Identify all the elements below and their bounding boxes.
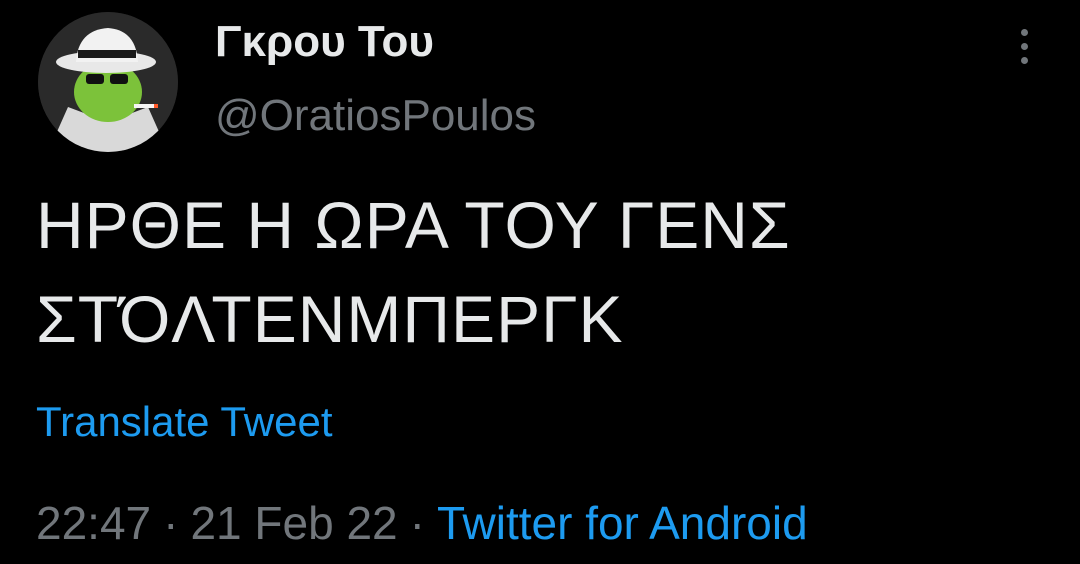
more-options-icon (1020, 28, 1028, 64)
display-name[interactable]: Γκρου Του (215, 14, 434, 70)
tweet-time[interactable]: 22:47 (36, 497, 151, 549)
avatar[interactable] (38, 12, 178, 152)
user-handle[interactable]: @OratiosPoulos (215, 88, 536, 144)
avatar-icon (38, 12, 178, 152)
tweet-text: ΗΡΘΕ Η ΩΡΑ ΤΟΥ ΓΕΝΣ ΣΤΌΛΤΕΝΜΠΕΡΓΚ (36, 178, 1046, 366)
tweet-meta: 22:47 · 21 Feb 22 · Twitter for Android (36, 494, 808, 552)
tweet-text-line: ΣΤΌΛΤΕΝΜΠΕΡΓΚ (36, 282, 624, 356)
meta-separator: · (409, 497, 425, 549)
tweet-text-line: ΗΡΘΕ Η ΩΡΑ ΤΟΥ ΓΕΝΣ (36, 188, 791, 262)
tweet-source-link[interactable]: Twitter for Android (437, 497, 808, 549)
tweet-date[interactable]: 21 Feb 22 (190, 497, 397, 549)
tweet: Γκρου Του @OratiosPoulos ΗΡΘΕ Η ΩΡΑ ΤΟΥ … (0, 0, 1080, 564)
meta-separator: · (163, 497, 179, 549)
translate-tweet-link[interactable]: Translate Tweet (36, 394, 332, 450)
more-options-button[interactable] (1004, 24, 1044, 68)
